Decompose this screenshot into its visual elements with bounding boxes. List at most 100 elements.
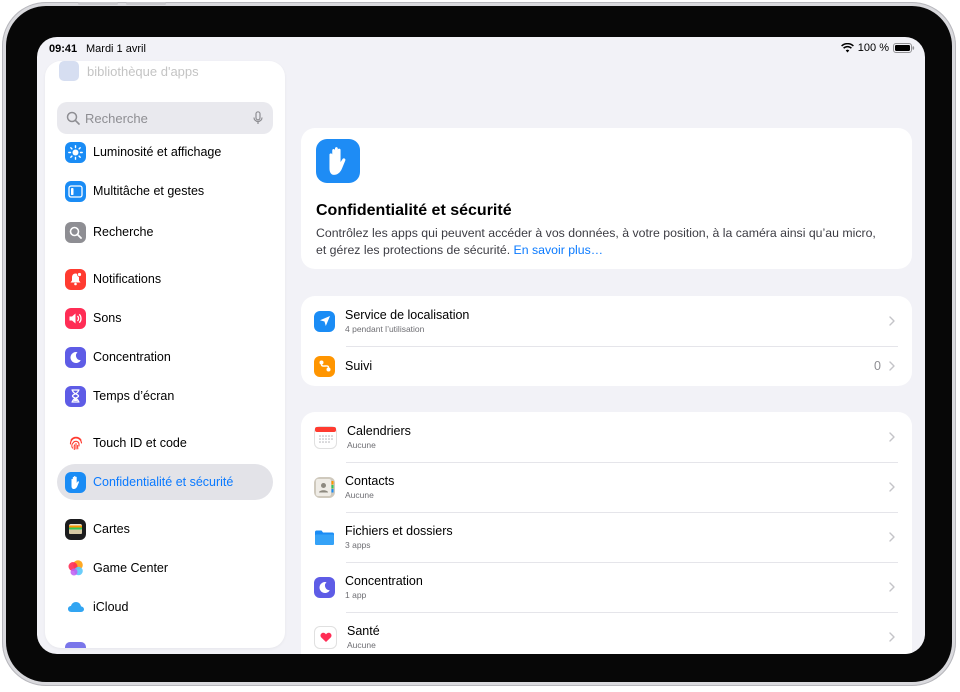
row-calendars[interactable]: Calendriers Aucune xyxy=(301,412,912,462)
battery-percent: 100 % xyxy=(857,42,889,54)
row-text: Calendriers Aucune xyxy=(347,424,411,450)
row-subtitle: 3 apps xyxy=(345,540,371,550)
chevron-right-icon xyxy=(889,532,895,542)
health-heart-icon xyxy=(314,625,337,649)
row-subtitle: Aucune xyxy=(347,440,376,450)
volume-button-2 xyxy=(126,2,166,5)
location-arrow-icon xyxy=(314,310,335,332)
sidebar-item-label: Concentration xyxy=(93,350,171,364)
sun-icon xyxy=(65,141,86,163)
sidebar-item-touch-id[interactable]: Touch ID et code xyxy=(57,425,273,461)
sidebar-item-sounds[interactable]: Sons xyxy=(57,300,273,336)
screen: 09:41 Mardi 1 avril 100 % bibliothèque d… xyxy=(37,37,925,654)
magnifier-icon xyxy=(66,111,80,125)
chevron-right-icon xyxy=(889,482,895,492)
row-title: Suivi xyxy=(345,359,373,373)
tracking-icon xyxy=(314,355,335,377)
sidebar-item-label: bibliothèque d'apps xyxy=(87,63,199,79)
sidebar-item-label: Notifications xyxy=(93,272,162,286)
row-focus[interactable]: Concentration 1 app xyxy=(301,562,912,612)
learn-more-link[interactable]: En savoir plus… xyxy=(514,243,604,257)
row-files-folders[interactable]: Fichiers et dossiers 3 apps xyxy=(301,512,912,562)
folder-icon xyxy=(314,526,335,548)
row-text: Santé Aucune xyxy=(347,624,380,650)
status-date: Mardi 1 avril xyxy=(86,43,146,55)
sidebar-item-icloud[interactable]: iCloud xyxy=(57,589,273,625)
sidebar-item-notifications[interactable]: Notifications xyxy=(57,261,273,297)
game-center-icon xyxy=(65,557,86,579)
row-contacts[interactable]: Contacts Aucune xyxy=(301,462,912,512)
row-title: Contacts xyxy=(345,474,395,488)
row-text: Contacts Aucune xyxy=(345,474,394,500)
contacts-icon xyxy=(314,476,335,498)
chevron-right-icon xyxy=(889,316,895,326)
tracking-count: 0 xyxy=(874,359,881,373)
sidebar-item-label: iCloud xyxy=(93,600,129,614)
battery-icon xyxy=(893,43,915,53)
multitask-icon xyxy=(65,180,86,202)
sidebar-item-partial xyxy=(65,642,86,648)
hourglass-icon xyxy=(65,385,86,407)
microphone-icon[interactable] xyxy=(253,111,263,125)
page-description: Contrôlez les apps qui peuvent accéder à… xyxy=(316,225,886,259)
sidebar: bibliothèque d'apps Luminosité et affich… xyxy=(45,61,285,648)
privacy-header-card: Confidentialité et sécurité Contrôlez le… xyxy=(301,128,912,269)
moon-icon xyxy=(314,576,335,598)
chevron-right-icon xyxy=(889,432,895,442)
sidebar-item-game-center[interactable]: Game Center xyxy=(57,550,273,586)
row-text: Service de localisation 4 pendant l’util… xyxy=(345,308,469,334)
hand-icon xyxy=(65,471,86,493)
row-subtitle: Aucune xyxy=(345,490,374,500)
sidebar-item-label: Cartes xyxy=(93,522,130,536)
row-tracking[interactable]: Suivi 0 xyxy=(301,346,912,386)
row-subtitle: 1 app xyxy=(345,590,367,600)
fingerprint-icon xyxy=(65,432,86,454)
row-health[interactable]: Santé Aucune xyxy=(301,612,912,654)
cloud-icon xyxy=(65,596,86,618)
sidebar-item-app-library[interactable]: bibliothèque d'apps xyxy=(59,61,199,81)
row-title: Concentration xyxy=(345,574,423,588)
sidebar-item-screen-time[interactable]: Temps d’écran xyxy=(57,378,273,414)
ipad-device: 09:41 Mardi 1 avril 100 % bibliothèque d… xyxy=(2,2,956,686)
row-text: Fichiers et dossiers 3 apps xyxy=(345,524,453,550)
chevron-right-icon xyxy=(889,632,895,642)
location-tracking-group: Service de localisation 4 pendant l’util… xyxy=(301,296,912,386)
sidebar-item-label: Touch ID et code xyxy=(93,436,187,450)
sidebar-item-wallet[interactable]: Cartes xyxy=(57,511,273,547)
wallet-icon xyxy=(65,518,86,540)
status-bar: 09:41 Mardi 1 avril 100 % xyxy=(37,37,925,61)
sidebar-item-multitasking[interactable]: Multitâche et gestes xyxy=(57,173,273,209)
sidebar-item-search[interactable]: Recherche xyxy=(57,214,273,250)
row-title: Service de localisation xyxy=(345,308,470,322)
app-library-icon xyxy=(59,61,79,81)
wifi-icon xyxy=(840,43,854,53)
row-text: Concentration 1 app xyxy=(345,574,423,600)
sidebar-item-privacy[interactable]: Confidentialité et sécurité xyxy=(57,464,273,500)
sidebar-item-display[interactable]: Luminosité et affichage xyxy=(57,134,273,170)
sidebar-item-label: Luminosité et affichage xyxy=(93,145,222,159)
row-subtitle: Aucune xyxy=(347,640,376,650)
sidebar-item-focus[interactable]: Concentration xyxy=(57,339,273,375)
app-permissions-group: Calendriers Aucune Contacts Aucune Fichi… xyxy=(301,412,912,654)
search-input[interactable] xyxy=(85,110,245,126)
calendar-icon xyxy=(314,425,337,449)
sidebar-item-label: Confidentialité et sécurité xyxy=(93,475,234,489)
chevron-right-icon xyxy=(889,361,895,371)
row-title: Fichiers et dossiers xyxy=(345,524,453,538)
hand-icon xyxy=(316,139,360,183)
sidebar-item-label: Temps d’écran xyxy=(93,389,175,403)
sidebar-item-label: Multitâche et gestes xyxy=(93,184,205,198)
page-title: Confidentialité et sécurité xyxy=(316,202,512,219)
speaker-icon xyxy=(65,307,86,329)
row-location-services[interactable]: Service de localisation 4 pendant l’util… xyxy=(301,296,912,346)
status-right: 100 % xyxy=(840,42,915,54)
sidebar-item-label: Game Center xyxy=(93,561,169,575)
row-title: Santé xyxy=(347,624,380,638)
search-field[interactable] xyxy=(57,102,273,134)
moon-icon xyxy=(65,346,86,368)
row-title: Calendriers xyxy=(347,424,411,438)
chevron-right-icon xyxy=(889,582,895,592)
search-icon xyxy=(65,221,86,243)
row-text: Suivi xyxy=(345,359,372,373)
status-time: 09:41 xyxy=(49,43,78,55)
